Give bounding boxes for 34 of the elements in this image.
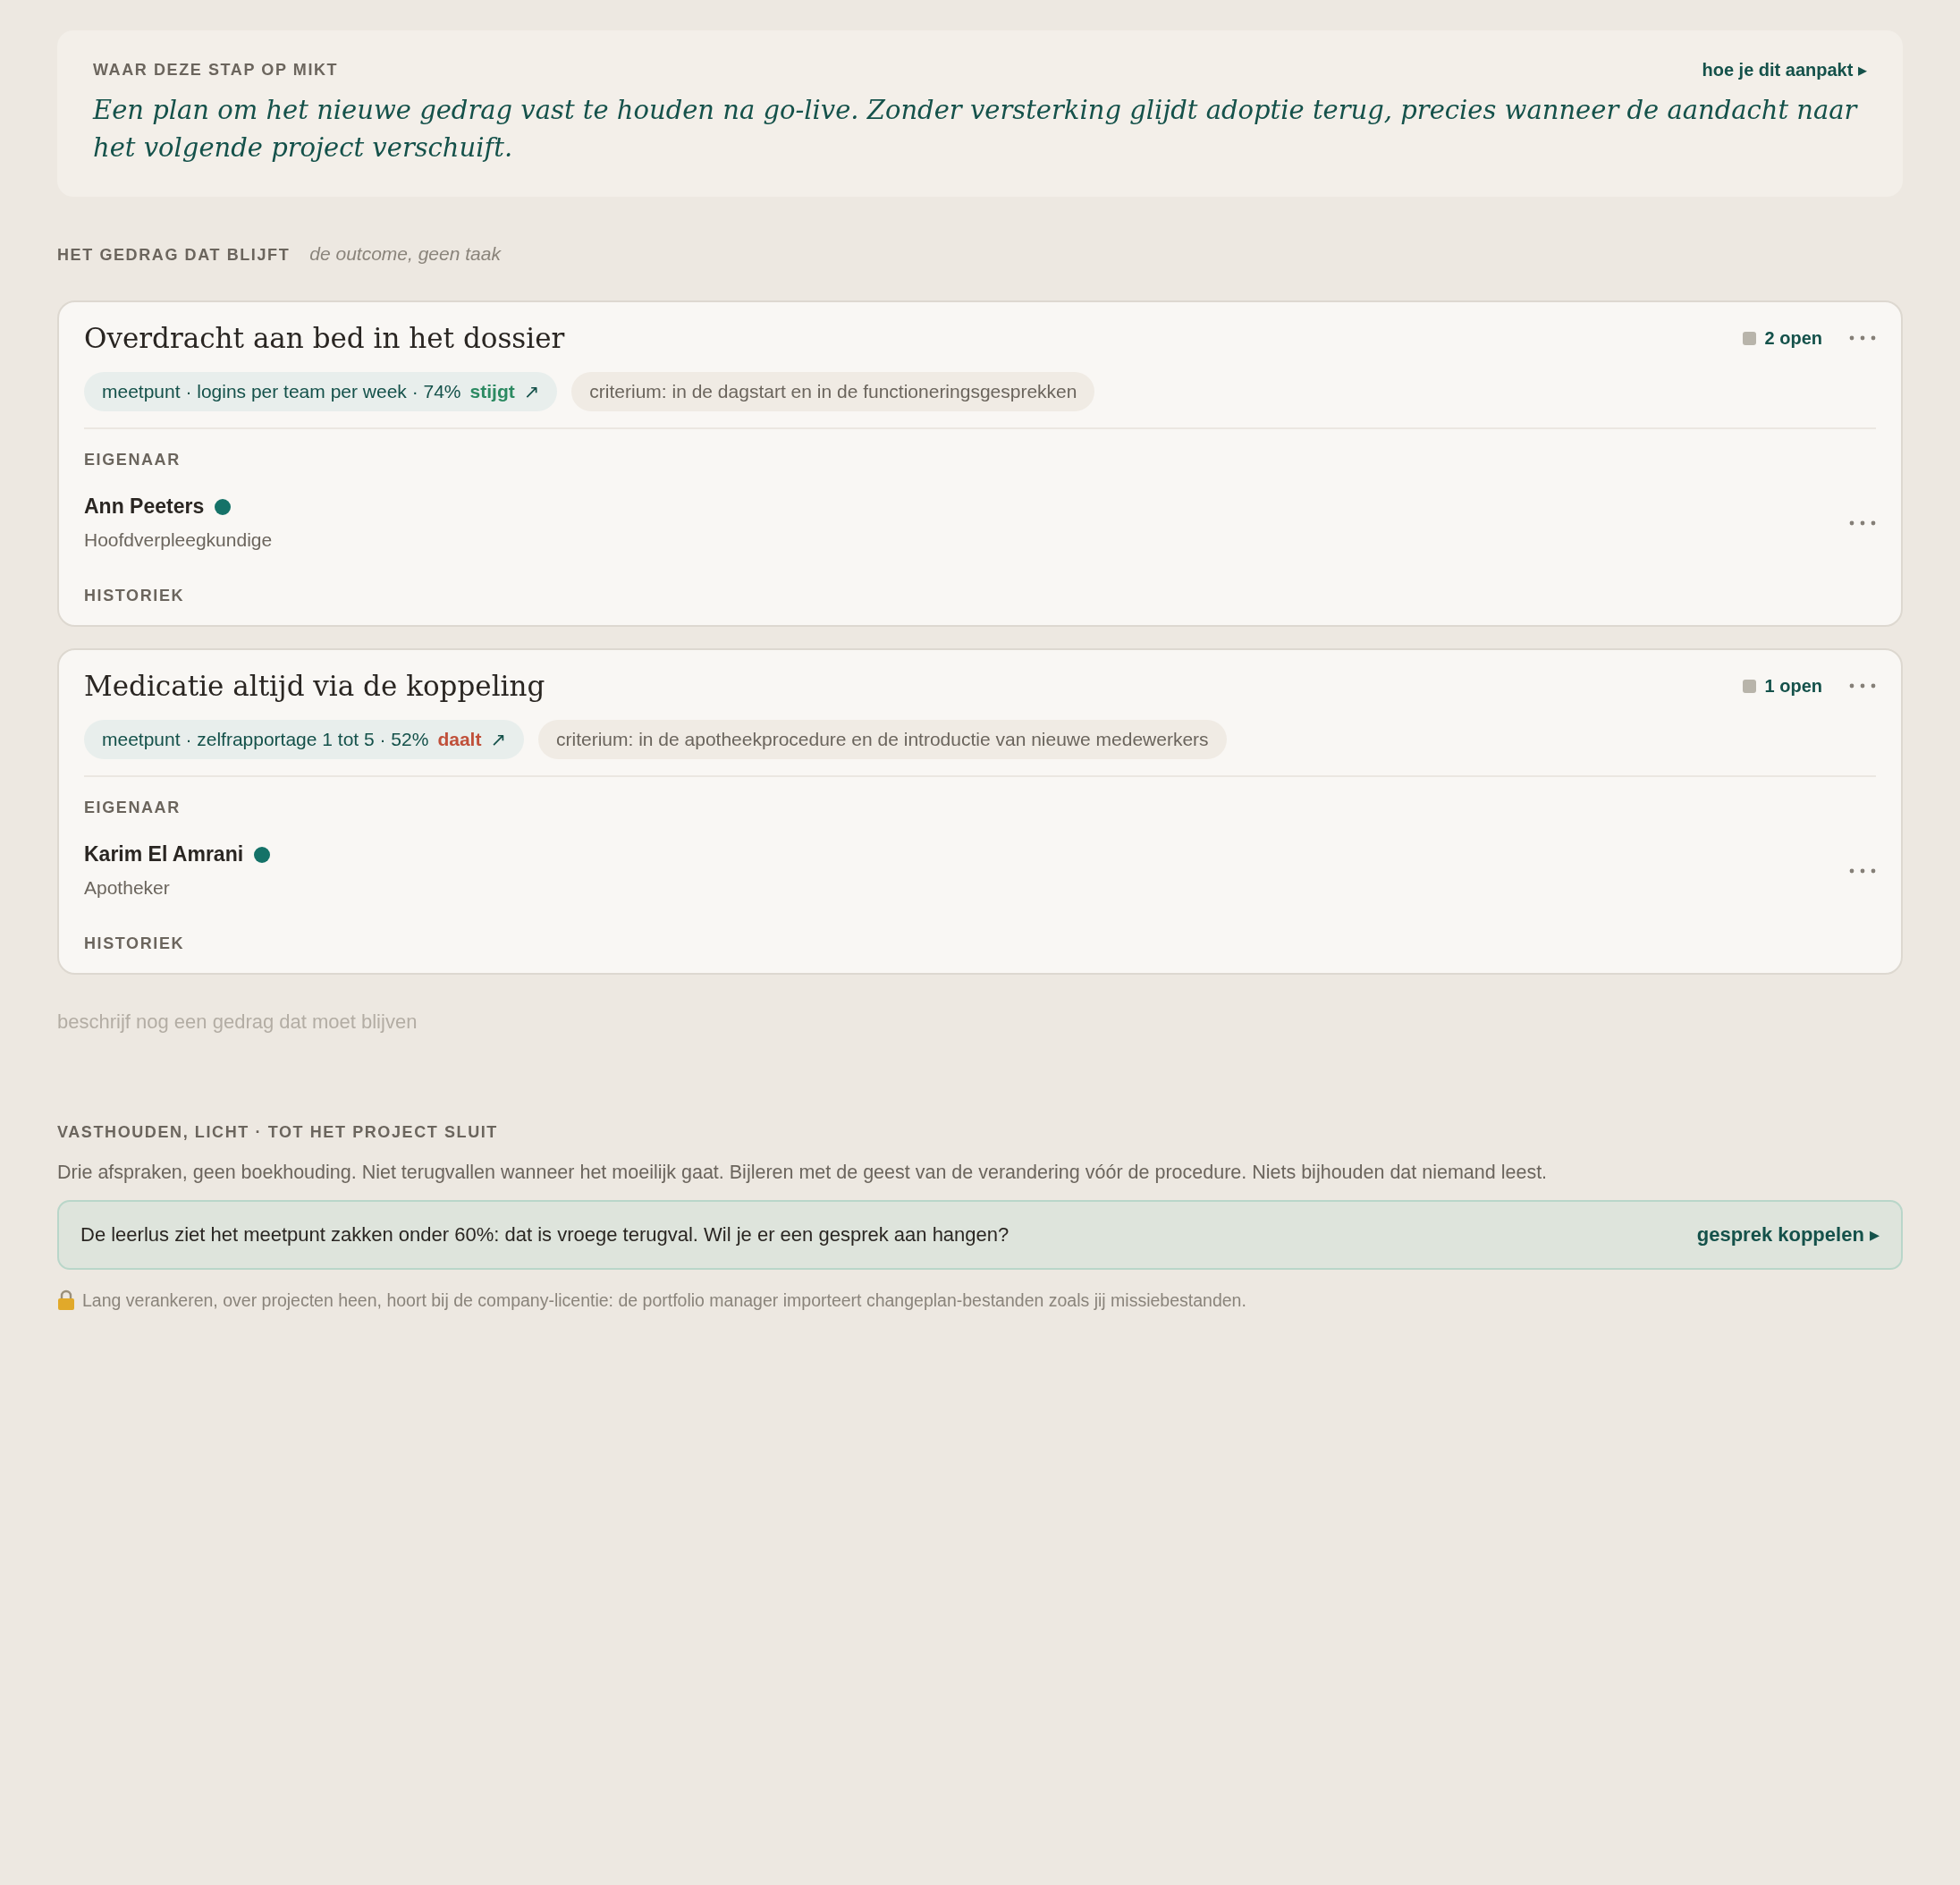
behavior-title: Overdracht aan bed in het dossier xyxy=(84,322,565,354)
sustain-text: Drie afspraken, geen boekhouding. Niet terugvallen wanneer het moeilijk gaat. Bijleren met de geest van de verandering vóór de procedure. Niets bijhouden dat niemand leest. xyxy=(57,1162,1549,1184)
owner-name: Karim El Amrani xyxy=(84,842,244,866)
status-square-icon xyxy=(1742,331,1756,345)
field-label: EIGENAAR xyxy=(84,451,182,469)
more-icon[interactable] xyxy=(1849,335,1876,341)
criterion-chip: criterium: in de apotheekprocedure en de introductie van nieuwe medewerkers xyxy=(538,720,1227,759)
link-conversation-link[interactable]: gesprek koppelen ▸ xyxy=(1696,1223,1880,1247)
open-count: 2 open xyxy=(1764,327,1822,349)
guide-link[interactable]: hoe je dit aanpakt ▸ xyxy=(1702,59,1867,80)
section-hint: de outcome, geen taak xyxy=(309,243,501,265)
section-label: WAAR DEZE STAP OP MIKT xyxy=(93,60,339,80)
metric-chip: meetpunt · logins per team per week · 74% stijgt ↗ xyxy=(84,372,558,411)
behavior-title: Medicatie altijd via de koppeling xyxy=(84,670,545,702)
owner-role: Apotheker xyxy=(84,877,171,899)
status-square-icon xyxy=(1742,679,1756,693)
metric-chip: meetpunt · zelfrapportage 1 tot 5 · 52% daalt ↗ xyxy=(84,720,524,759)
field-label: HISTORIEK xyxy=(84,934,186,953)
input-field[interactable]: beschrijf nog een gedrag dat moet blijven xyxy=(57,1010,862,1034)
owner-name: Ann Peeters xyxy=(84,494,205,519)
more-icon[interactable] xyxy=(1849,683,1876,689)
criterion-chip: criterium: in de dagstart en in de functioneringsgesprekken xyxy=(571,372,1095,411)
license-note: Lang verankeren, over projecten heen, hoort bij de company-licentie: de portfolio manager importeert changeplan-bestanden zoals jij missiebestanden. xyxy=(82,1289,1246,1311)
lock-icon xyxy=(57,1289,75,1311)
alert-text: De leerlus ziet het meetpunt zakken onder 60%: dat is vroege terugval. Wil je er een gesprek aan hangen? xyxy=(80,1223,1010,1247)
section-label: HET GEDRAG DAT BLIJFT xyxy=(57,246,291,265)
field-label: EIGENAAR xyxy=(84,799,182,817)
more-icon[interactable] xyxy=(1849,520,1876,526)
owner-role: Hoofdverpleegkundige xyxy=(84,529,273,551)
section-label: VASTHOUDEN, LICHT · TOT HET PROJECT SLUIT xyxy=(57,1123,499,1142)
open-count: 1 open xyxy=(1764,675,1822,697)
more-icon[interactable] xyxy=(1849,867,1876,874)
intro-text: Een plan om het nieuwe gedrag vast te houden na go-live. Zonder versterking glijdt adoptie terug, precies wanneer de aandacht naar het volgende project verschuift. xyxy=(93,94,1859,165)
field-label: HISTORIEK xyxy=(84,587,186,605)
